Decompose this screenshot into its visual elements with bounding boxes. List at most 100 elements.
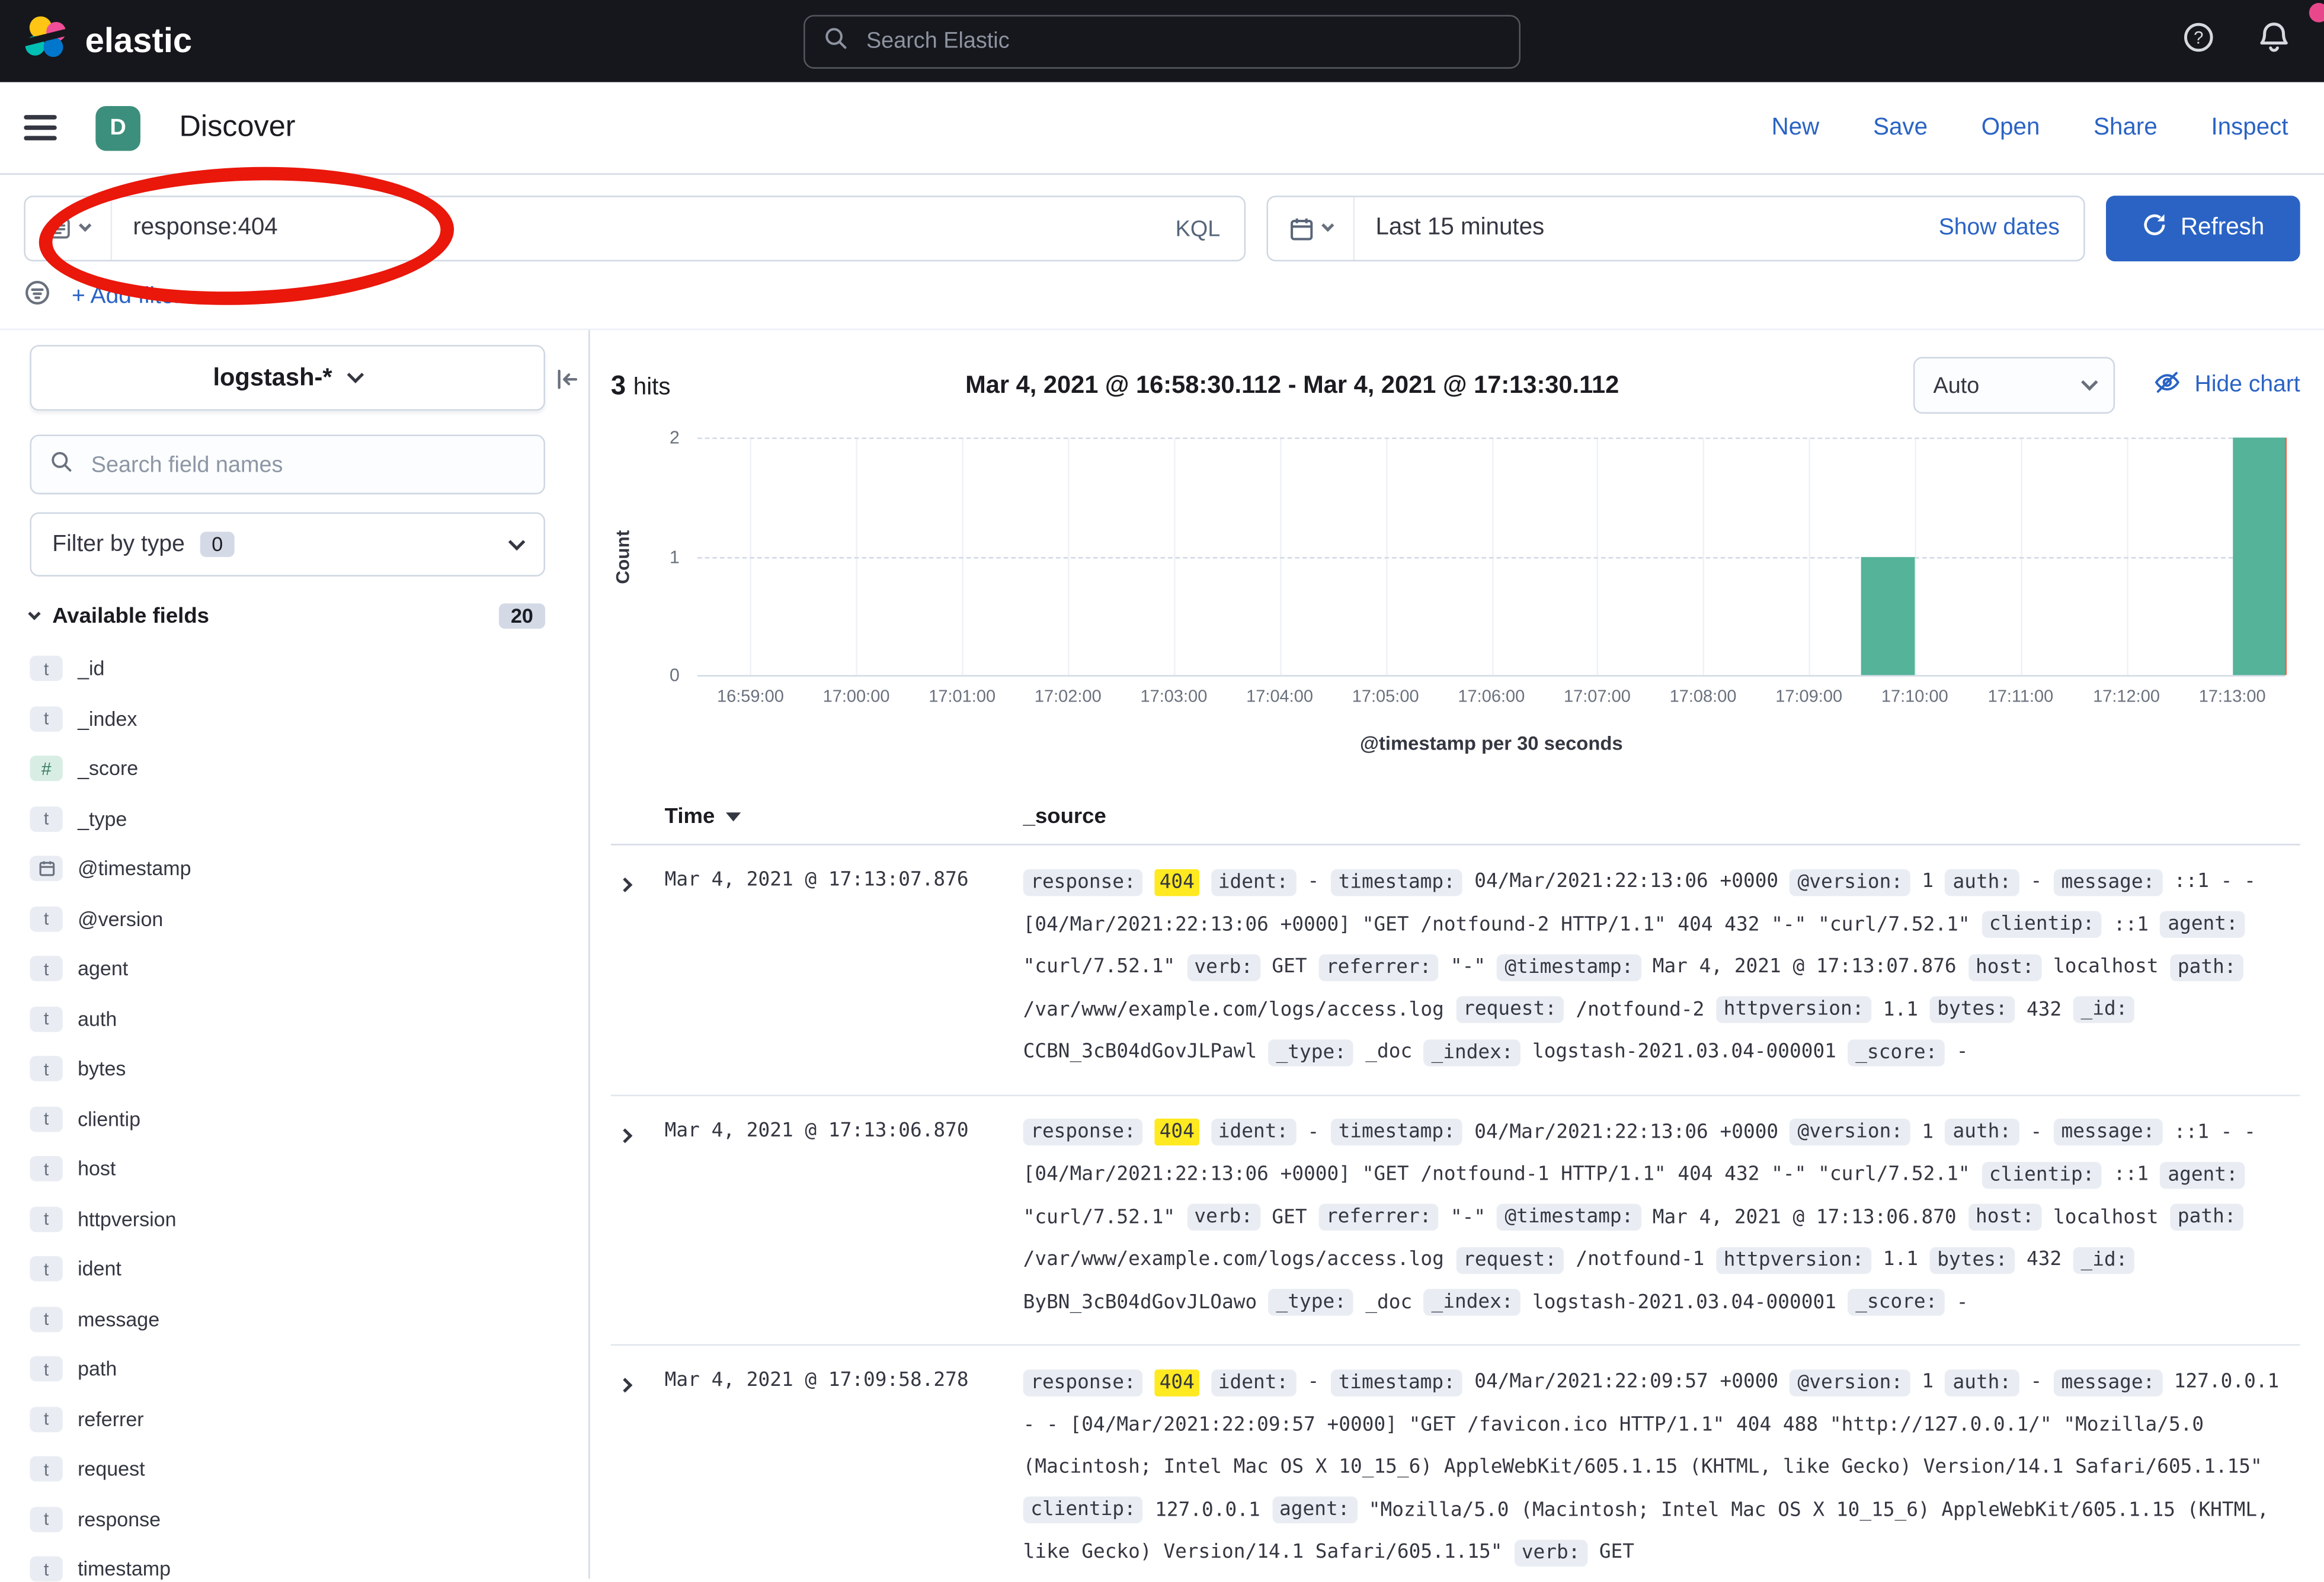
interval-select[interactable]: Auto	[1914, 357, 2115, 414]
x-axis-tick: 17:09:00	[1775, 688, 1842, 706]
query-input[interactable]	[112, 215, 1151, 242]
source-field-key: request:	[1456, 996, 1564, 1023]
help-icon[interactable]: ?	[2182, 21, 2215, 61]
x-axis-tick: 16:59:00	[717, 688, 784, 706]
field-item-auth[interactable]: tauth	[30, 994, 564, 1043]
x-axis-title: @timestamp per 30 seconds	[1360, 732, 1623, 754]
field-search[interactable]	[30, 434, 545, 494]
global-search-input[interactable]	[863, 27, 1501, 55]
field-item-_index[interactable]: t_index	[30, 694, 564, 744]
expand-row-button[interactable]	[611, 1112, 665, 1325]
filter-options-icon[interactable]	[24, 279, 50, 313]
source-field-key: clientip:	[1982, 1161, 2102, 1188]
global-search[interactable]	[804, 14, 1520, 68]
field-type-number-icon: #	[30, 756, 62, 782]
chevron-down-icon	[78, 219, 91, 232]
refresh-button[interactable]: Refresh	[2106, 196, 2300, 261]
source-field-key: agent:	[2160, 911, 2246, 938]
doc-time: Mar 4, 2021 @ 17:13:06.870	[665, 1112, 1023, 1325]
date-picker-calendar-button[interactable]	[1268, 197, 1355, 260]
discover-app-badge: D	[95, 105, 140, 150]
index-pattern-select[interactable]: logstash-*	[30, 345, 545, 411]
highlighted-value: 404	[1155, 1119, 1199, 1145]
table-row: Mar 4, 2021 @ 17:13:06.870response: 404 …	[611, 1096, 2300, 1346]
field-search-input[interactable]	[88, 450, 526, 479]
field-name: path	[78, 1358, 117, 1381]
header-action-open[interactable]: Open	[1982, 114, 2040, 141]
field-item-referrer[interactable]: treferrer	[30, 1394, 564, 1444]
header-action-share[interactable]: Share	[2093, 114, 2157, 141]
field-name: host	[78, 1158, 116, 1180]
query-language-button[interactable]: KQL	[1151, 216, 1244, 241]
source-field-key: bytes:	[1930, 1246, 2015, 1273]
field-name: _index	[78, 707, 137, 730]
field-name: auth	[78, 1008, 117, 1030]
field-item-timestamp[interactable]: ttimestamp	[30, 1544, 564, 1581]
field-type-string-icon: t	[30, 1256, 62, 1282]
x-axis-tick: 17:03:00	[1140, 688, 1207, 706]
discover-sidebar: logstash-* Filter by type 0 Available fi…	[0, 330, 590, 1578]
field-name: message	[78, 1308, 159, 1330]
field-type-string-icon: t	[30, 1306, 62, 1332]
field-name: clientip	[78, 1108, 140, 1131]
field-type-string-icon: t	[30, 1157, 62, 1182]
source-field-key: auth:	[1945, 1369, 2019, 1395]
collapse-sidebar-icon[interactable]	[554, 366, 581, 401]
notifications-bell-icon[interactable]	[2257, 20, 2291, 62]
brand-wordmark: elastic	[85, 21, 192, 61]
time-range-value[interactable]: Last 15 minutes	[1355, 215, 1565, 242]
field-type-string-icon: t	[30, 1206, 62, 1232]
y-axis-tick: 0	[641, 665, 680, 686]
saved-query-menu-button[interactable]	[25, 197, 112, 260]
field-item-@timestamp[interactable]: @timestamp	[30, 844, 564, 894]
add-filter-button[interactable]: + Add filter	[72, 283, 182, 310]
filter-by-type-select[interactable]: Filter by type 0	[30, 513, 545, 577]
field-item-_type[interactable]: t_type	[30, 794, 564, 844]
field-item-httpversion[interactable]: t httpversion	[30, 1194, 564, 1244]
source-field-key: agent:	[1272, 1497, 1357, 1523]
header-action-new[interactable]: New	[1772, 114, 1820, 141]
show-dates-link[interactable]: Show dates	[1939, 215, 2083, 242]
field-name: @timestamp	[78, 857, 191, 880]
page-title: Discover	[179, 111, 295, 145]
expand-row-button[interactable]	[611, 862, 665, 1074]
header-action-inspect[interactable]: Inspect	[2211, 114, 2288, 141]
field-type-string-icon: t	[30, 1407, 62, 1432]
field-item-response[interactable]: tresponse	[30, 1494, 564, 1544]
global-topbar: elastic ?	[0, 0, 2324, 82]
elastic-logo-icon	[24, 14, 69, 68]
time-column-header[interactable]: Time	[665, 805, 1023, 829]
elastic-brand[interactable]: elastic	[24, 14, 192, 68]
source-field-key: _id:	[2073, 996, 2135, 1023]
field-item-@version[interactable]: t@version	[30, 894, 564, 944]
source-field-key: response:	[1023, 1119, 1144, 1145]
field-item-_score[interactable]: #_score	[30, 744, 564, 793]
field-item-_id[interactable]: t_id	[30, 643, 564, 693]
available-fields-label: Available fields	[52, 604, 209, 628]
field-item-clientip[interactable]: tclientip	[30, 1094, 564, 1144]
field-type-string-icon: t	[30, 1456, 62, 1482]
field-item-message[interactable]: t message	[30, 1294, 564, 1344]
search-icon	[49, 449, 73, 480]
menu-hamburger-icon[interactable]	[24, 115, 56, 140]
header-action-save[interactable]: Save	[1873, 114, 1928, 141]
field-item-path[interactable]: tpath	[30, 1344, 564, 1394]
field-item-bytes[interactable]: tbytes	[30, 1044, 564, 1094]
histogram-bar-17:09:30[interactable]	[1862, 556, 1915, 675]
source-field-key: _type:	[1269, 1289, 1354, 1315]
field-name: _type	[78, 808, 127, 830]
hide-chart-button[interactable]: Hide chart	[2155, 368, 2300, 402]
expand-row-button[interactable]	[611, 1362, 665, 1575]
field-item-request[interactable]: trequest	[30, 1444, 564, 1494]
chevron-down-icon	[1321, 219, 1334, 232]
field-type-string-icon: t	[30, 906, 62, 931]
highlighted-value: 404	[1155, 869, 1199, 895]
field-name: httpversion	[78, 1208, 176, 1231]
field-item-host[interactable]: thost	[30, 1144, 564, 1194]
source-field-key: agent:	[2160, 1161, 2246, 1188]
chart-time-range: Mar 4, 2021 @ 16:58:30.112 - Mar 4, 2021…	[965, 371, 1619, 399]
field-item-agent[interactable]: tagent	[30, 944, 564, 994]
histogram-bar-17:13:00[interactable]	[2232, 438, 2285, 675]
available-fields-header[interactable]: Available fields 20	[30, 603, 545, 629]
field-item-ident[interactable]: tident	[30, 1244, 564, 1294]
